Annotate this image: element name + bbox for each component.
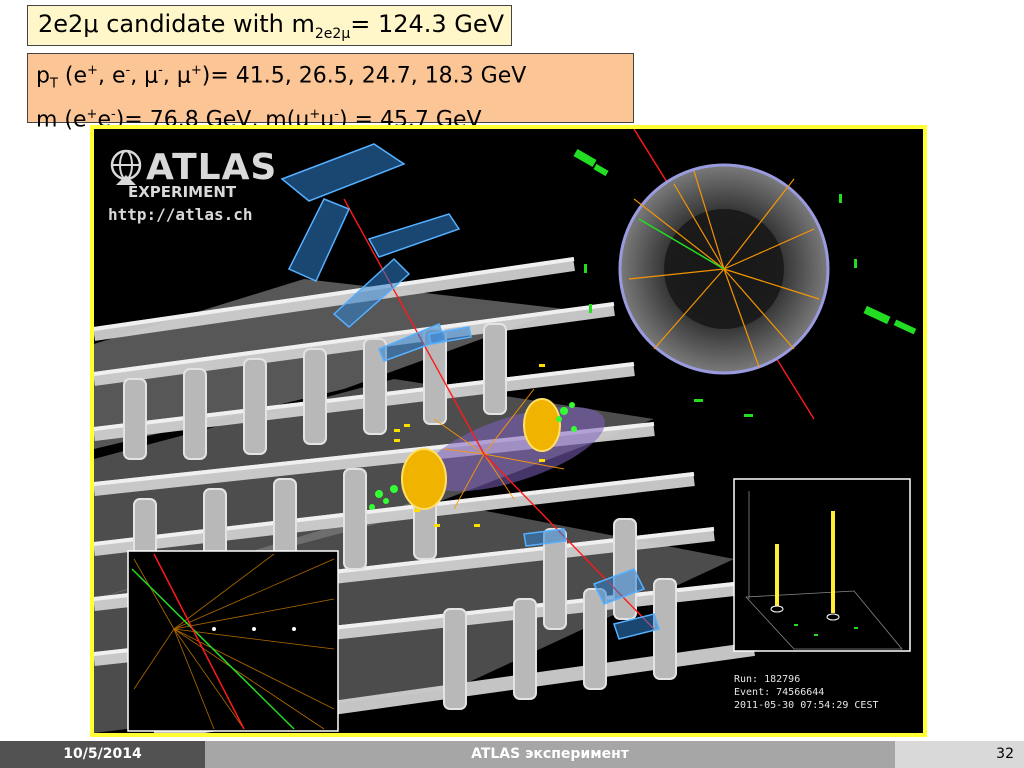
footer-date: 10/5/2014 — [0, 741, 205, 768]
logo-url-text: http://atlas.ch — [108, 205, 253, 224]
footer-title: ATLAS эксперимент — [205, 741, 895, 768]
event-number: Event: 74566644 — [734, 687, 825, 698]
slide-title: 2e2μ candidate with m2e2μ= 124.3 GeV — [27, 5, 512, 46]
event-display: ATLAS EXPERIMENT http://atlas.ch Run: 18… — [94, 129, 923, 733]
logo-experiment-text: EXPERIMENT — [128, 183, 237, 201]
run-number: Run: 182796 — [734, 674, 801, 685]
pt-text-4: , μ — [162, 63, 191, 89]
pt-text-1: (e — [57, 63, 88, 89]
mass-text-1: m (e — [36, 107, 87, 133]
title-prefix: 2e2μ candidate with m — [38, 10, 315, 38]
title-subscript: 2e2μ — [314, 25, 351, 42]
event-timestamp: 2011-05-30 07:54:29 CEST — [734, 700, 879, 711]
charge-sup: + — [86, 106, 98, 122]
run-info: Run: 182796 Event: 74566644 2011-05-30 0… — [734, 673, 879, 712]
pt-line: pT (e+, e-, μ-, μ+)= 41.5, 26.5, 24.7, 1… — [36, 56, 625, 100]
pt-symbol: p — [36, 63, 50, 89]
kinematics-box: pT (e+, e-, μ-, μ+)= 41.5, 26.5, 24.7, 1… — [27, 53, 634, 132]
lego-plot — [733, 478, 911, 652]
pt-text-2: , e — [97, 63, 126, 89]
event-display-frame: ATLAS EXPERIMENT http://atlas.ch Run: 18… — [90, 125, 927, 737]
vertex-inset — [127, 550, 339, 732]
charge-sup: + — [190, 63, 202, 78]
slide-footer: 10/5/2014 ATLAS эксперимент 32 — [0, 741, 1024, 768]
pt-text-3: , μ — [130, 63, 159, 89]
pt-subscript: T — [49, 76, 58, 92]
pt-values: )= 41.5, 26.5, 24.7, 18.3 GeV — [201, 63, 527, 89]
page-number: 32 — [895, 741, 1024, 768]
logo-atlas-text: ATLAS — [146, 147, 278, 188]
charge-sup: + — [309, 106, 321, 122]
charge-sup: + — [87, 63, 98, 78]
title-suffix: = 124.3 GeV — [350, 10, 505, 38]
